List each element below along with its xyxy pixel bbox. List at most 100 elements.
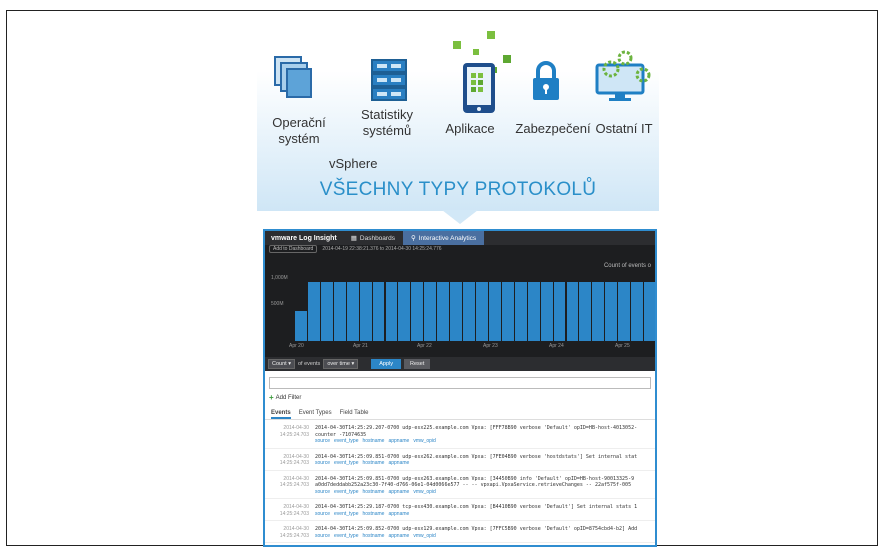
field-link[interactable]: source — [315, 511, 330, 517]
y-tick-label: 1,000M — [271, 275, 288, 281]
tab-event-types[interactable]: Event Types — [299, 410, 332, 419]
tab-field-table[interactable]: Field Table — [340, 410, 369, 419]
chart-bar[interactable] — [411, 282, 425, 341]
count-select[interactable]: Count ▾ — [268, 359, 295, 369]
field-link[interactable]: vmw_opid — [413, 438, 436, 444]
x-tick-label: Apr 25 — [615, 343, 630, 349]
chart-bar[interactable] — [359, 282, 373, 341]
field-link[interactable]: appname — [388, 533, 409, 539]
add-filter-button[interactable]: + Add Filter — [265, 391, 655, 404]
chart-bar[interactable] — [631, 282, 645, 341]
event-text: 2014-04-30T14:25:09.851-0700 udp-esx263.… — [315, 476, 651, 496]
search-input[interactable] — [269, 377, 651, 389]
of-events-label: of events — [297, 361, 321, 367]
event-timestamp: 2014-04-30 14:25:24.703 — [279, 453, 309, 467]
chart-bar[interactable] — [463, 282, 476, 341]
event-fields: source event_type hostname appname vmw_opid — [315, 489, 651, 496]
chart-bar[interactable] — [424, 282, 438, 341]
event-row[interactable]: 2014-04-30 14:25:24.703 2014-04-30T14:25:0… — [265, 449, 655, 471]
chart-bar[interactable] — [372, 282, 386, 341]
field-link[interactable]: appname — [388, 489, 409, 495]
field-link[interactable]: hostname — [362, 460, 384, 466]
chart-bar[interactable] — [514, 282, 528, 341]
chart-bar[interactable] — [501, 282, 515, 341]
category-label-security: Zabezpečení — [515, 121, 591, 136]
chart-bar[interactable] — [333, 282, 347, 341]
events-list: 2014-04-30 14:25:24.703 2014-04-30T14:25:2… — [265, 420, 655, 543]
tab-dashboards[interactable]: ▦ Dashboards — [343, 231, 403, 245]
chart-bar[interactable] — [320, 282, 334, 341]
field-link[interactable]: vmw_opid — [413, 533, 436, 539]
field-link[interactable]: event_type — [334, 533, 358, 539]
x-tick-label: Apr 23 — [483, 343, 498, 349]
category-label-system-stats: Statistiky systémů — [360, 107, 413, 138]
chart-bar[interactable] — [346, 282, 360, 341]
chart-bar[interactable] — [553, 282, 567, 341]
field-link[interactable]: source — [315, 489, 330, 495]
chart-bar[interactable] — [450, 282, 464, 341]
event-row[interactable]: 2014-04-30 14:25:24.703 2014-04-30T14:25:2… — [265, 499, 655, 521]
chart-bar[interactable] — [488, 282, 502, 341]
field-link[interactable]: appname — [388, 460, 409, 466]
field-link[interactable]: source — [315, 438, 330, 444]
event-fields: source event_type hostname appname vmw_opid — [315, 533, 651, 540]
field-link[interactable]: event_type — [334, 489, 358, 495]
chart-bar[interactable] — [527, 282, 541, 341]
event-row[interactable]: 2014-04-30 14:25:24.703 2014-04-30T14:25:2… — [265, 420, 655, 449]
chart-title: Count of events o — [603, 263, 651, 269]
chart-bar[interactable] — [566, 282, 580, 341]
event-text: 2014-04-30T14:25:29.207-0700 udp-esx225.… — [315, 425, 651, 445]
field-link[interactable]: hostname — [362, 489, 384, 495]
add-to-dashboard-button[interactable]: Add to Dashboard — [269, 245, 318, 253]
dashboard-icon: ▦ — [350, 235, 357, 242]
field-link[interactable]: event_type — [334, 438, 358, 444]
over-time-select[interactable]: over time ▾ — [323, 359, 359, 369]
x-tick-label: Apr 21 — [353, 343, 368, 349]
chart-bar[interactable] — [398, 282, 412, 341]
reset-button[interactable]: Reset — [404, 359, 431, 369]
event-timestamp: 2014-04-30 14:25:24.703 — [279, 504, 309, 517]
field-link[interactable]: source — [315, 460, 330, 466]
server-rack-icon — [371, 59, 407, 101]
log-insight-screenshot: vmware Log Insight ▦ Dashboards ⚲ Interact… — [263, 229, 657, 547]
chart-bar[interactable] — [295, 311, 308, 341]
chart-bar[interactable] — [437, 282, 451, 341]
chart-bar[interactable] — [618, 282, 632, 341]
field-link[interactable]: vmw_opid — [413, 489, 436, 495]
chart-bar[interactable] — [540, 282, 554, 341]
chart-bar[interactable] — [644, 282, 655, 341]
chart-bar[interactable] — [307, 282, 321, 341]
field-link[interactable]: hostname — [362, 511, 384, 517]
field-link[interactable]: event_type — [334, 460, 358, 466]
event-text: 2014-04-30T14:25:09.852-0700 udp-esx129.… — [315, 526, 651, 539]
tab-events[interactable]: Events — [271, 410, 291, 419]
stacked-windows-icon — [274, 56, 312, 98]
chart-bar[interactable] — [605, 282, 619, 341]
event-fields: source event_type hostname appname — [315, 511, 651, 518]
tab-interactive-analytics[interactable]: ⚲ Interactive Analytics — [402, 231, 485, 245]
field-link[interactable]: appname — [388, 438, 409, 444]
x-tick-label: Apr 20 — [289, 343, 304, 349]
chart-bar[interactable] — [385, 282, 399, 341]
banner-pointer — [442, 210, 478, 224]
query-controls: Count ▾ of events over time ▾ Apply Rese… — [265, 357, 655, 371]
event-row[interactable]: 2014-04-30 14:25:24.703 2014-04-30T14:25:0… — [265, 471, 655, 499]
tablet-apps-icon — [453, 31, 511, 113]
chart-bar[interactable] — [476, 282, 489, 341]
apply-button[interactable]: Apply — [371, 359, 401, 369]
field-link[interactable]: hostname — [362, 438, 384, 444]
padlock-icon — [533, 61, 559, 100]
field-link[interactable]: event_type — [334, 511, 358, 517]
field-link[interactable]: appname — [388, 511, 409, 517]
event-timestamp: 2014-04-30 14:25:24.703 — [279, 475, 309, 489]
plus-icon: + — [269, 393, 274, 402]
chart-bar[interactable] — [579, 282, 593, 341]
event-text: 2014-04-30T14:25:29.187-0700 tcp-esx430.… — [315, 504, 651, 517]
field-link[interactable]: source — [315, 533, 330, 539]
result-tabs: Events Event Types Field Table — [265, 404, 655, 420]
event-fields: source event_type hostname appname vmw_opid — [315, 438, 651, 445]
event-row[interactable]: 2014-04-30 14:25:24.703 2014-04-30T14:25:0… — [265, 521, 655, 543]
field-link[interactable]: hostname — [362, 533, 384, 539]
chart-bar[interactable] — [592, 282, 606, 341]
event-fields: source event_type hostname appname — [315, 460, 651, 467]
